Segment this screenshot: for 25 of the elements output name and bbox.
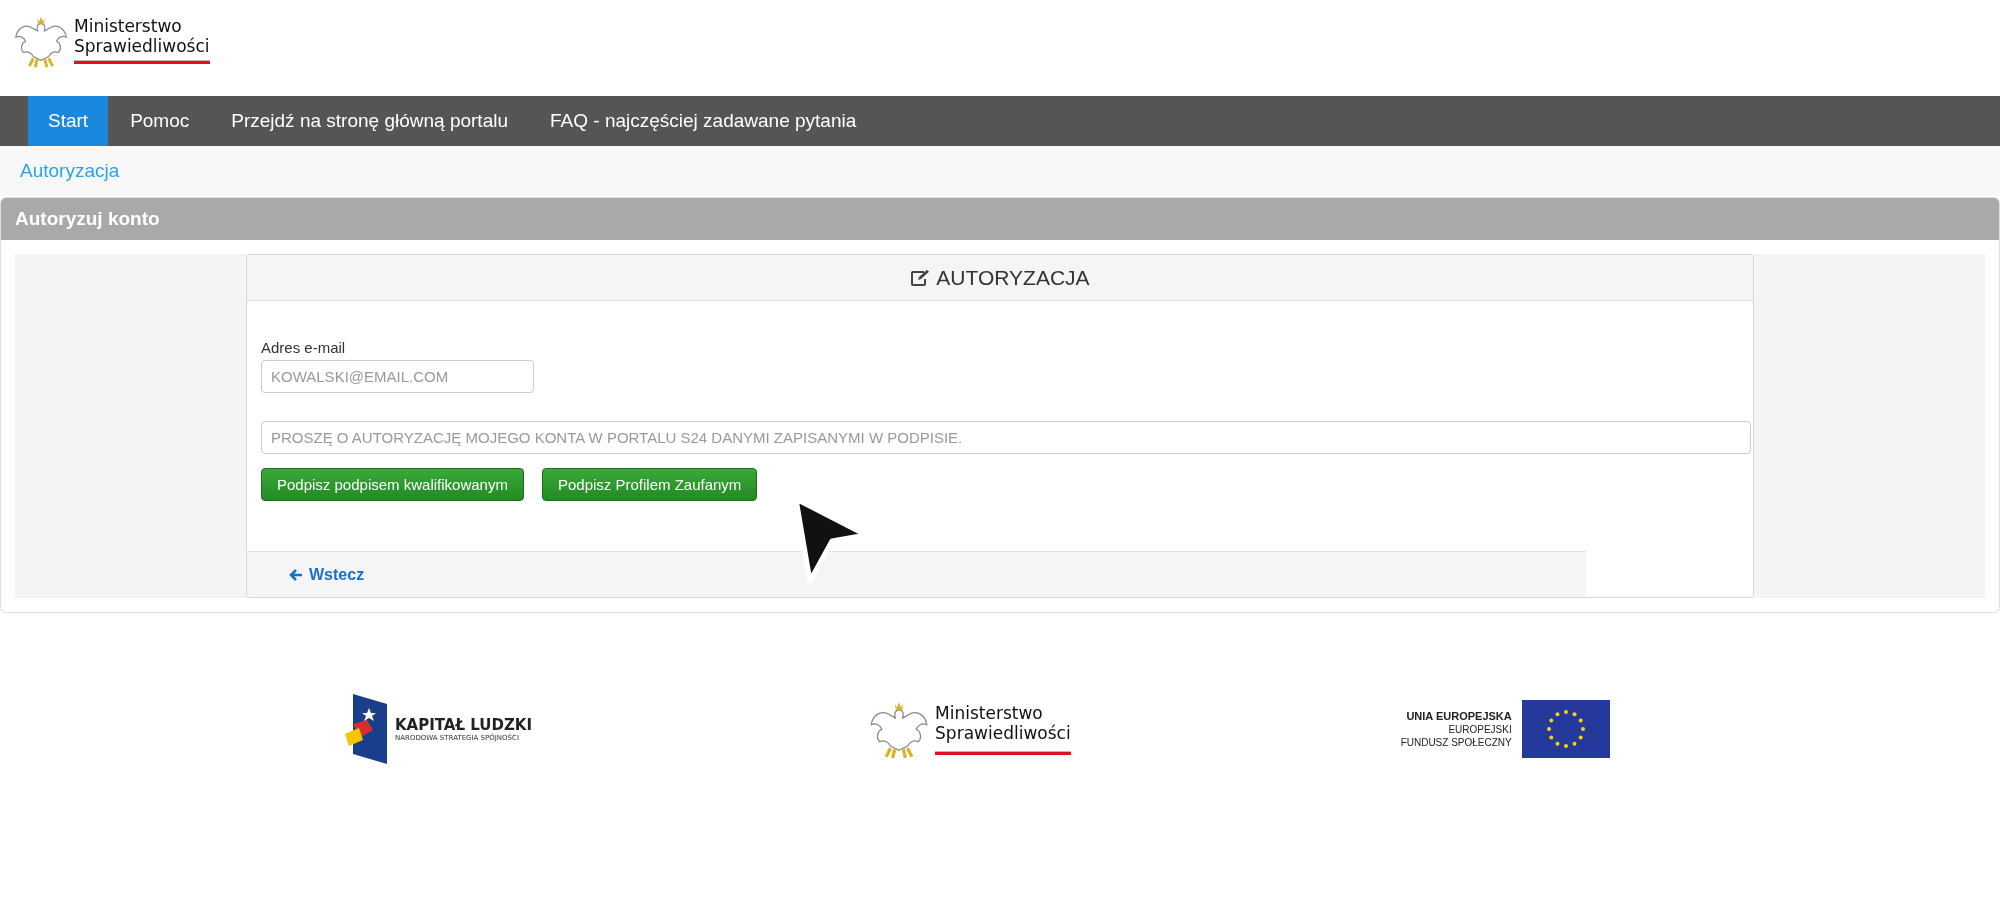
nav-tab[interactable]: Przejdź na stronę główną portalu (211, 96, 528, 146)
star-flag-logo-icon (345, 694, 387, 764)
logo-text: EUROPEJSKI (1448, 722, 1512, 736)
card-title: AUTORYZACJA (936, 265, 1090, 290)
eu-flag-icon (1521, 700, 1610, 758)
nav-tab[interactable]: FAQ - najczęściej zadawane pytania (530, 96, 877, 146)
panel-header: Autoryzuj konto (1, 198, 1999, 240)
logo-text: Ministerstwo (935, 703, 1044, 723)
sign-trusted-profile-button[interactable]: Podpisz Profilem Zaufanym (541, 468, 758, 501)
edit-icon (910, 268, 931, 287)
sign-qualified-button[interactable]: Podpisz podpisem kwalifikowanym (261, 468, 524, 501)
logo-text: KAPITAŁ LUDZKI (395, 716, 533, 734)
nav-tab[interactable]: Start (28, 96, 109, 146)
logo-text: FUNDUSZ SPOŁECZNY (1400, 735, 1512, 749)
breadcrumb-link[interactable]: Autoryzacja (20, 160, 120, 182)
logo-text: Sprawiedliwości (935, 723, 1071, 743)
logo-text: Ministerstwo (74, 16, 183, 36)
arrow-left-icon (289, 567, 303, 582)
nav-tab[interactable]: Pomoc (110, 96, 210, 146)
email-input-field[interactable]: KOWALSKI@EMAIL.COM (261, 360, 534, 393)
back-link[interactable]: Wstecz (289, 565, 365, 584)
field-label: Adres e-mail (261, 339, 347, 356)
statement-input-field[interactable]: PROSZĘ O AUTORYZACJĘ MOJEGO KONTA W PORTALU S24 DANYMI ZAPISANYMI W PODPISIE. (261, 421, 1751, 454)
logo-text: UNIA EUROPEJSKA (1406, 709, 1512, 723)
logo-text: Sprawiedliwości (74, 36, 210, 56)
